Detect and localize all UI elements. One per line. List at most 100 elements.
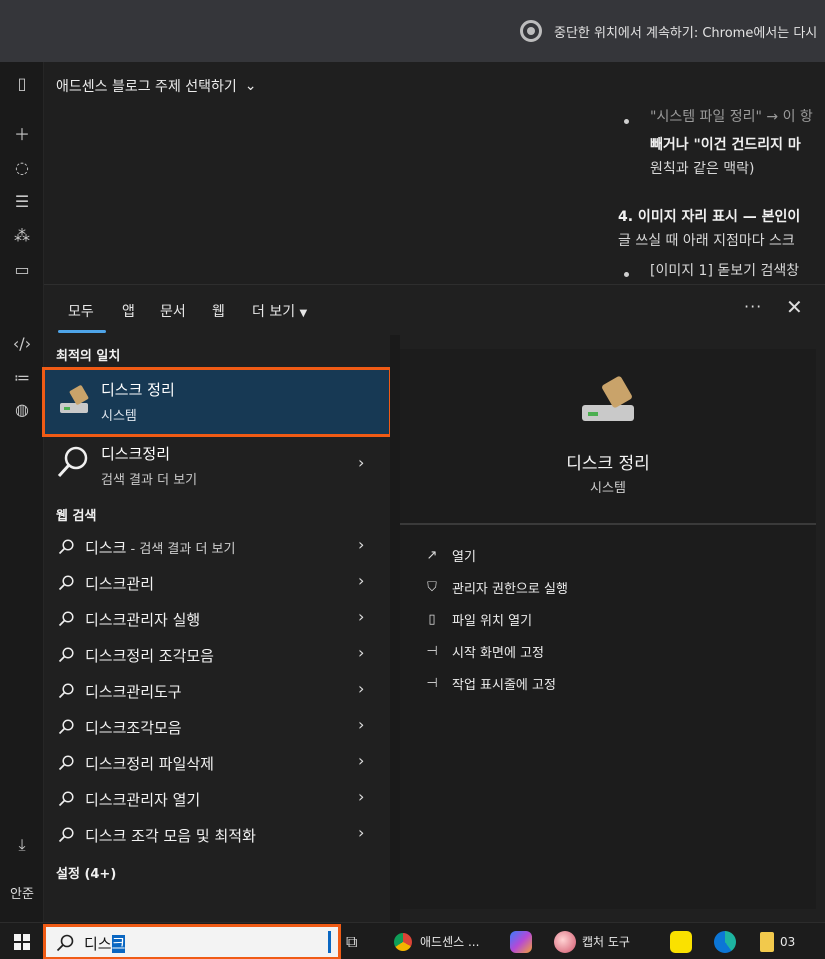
chevron-right-icon: ›: [358, 715, 365, 734]
panel-divider: [390, 335, 400, 923]
code-icon[interactable]: ‹/›: [11, 332, 33, 354]
conversation-title[interactable]: 애드센스 블로그 주제 선택하기 ⌄: [56, 76, 257, 96]
web-search-item[interactable]: 디스크관리자 실행 ›: [44, 601, 390, 637]
more-options-icon[interactable]: ···: [744, 297, 762, 316]
web-search-item[interactable]: 디스크정리 조각모음 ›: [44, 637, 390, 673]
chrome-topbar: 중단한 위치에서 계속하기: Chrome에서는 다시: [0, 0, 825, 62]
search-icon: [58, 755, 74, 771]
task-view-icon[interactable]: ⧉: [346, 923, 357, 959]
palette-icon[interactable]: ◍: [11, 398, 33, 420]
user-avatar[interactable]: 안준: [4, 878, 40, 906]
action-label: 시작 화면에 고정: [452, 645, 544, 661]
taskbar-copilot[interactable]: [510, 923, 532, 959]
taskbar-chrome[interactable]: 애드센스 ...: [392, 923, 479, 959]
conversation-title-text: 애드센스 블로그 주제 선택하기: [56, 79, 237, 95]
action-open[interactable]: ↗ 열기: [424, 543, 476, 567]
taskbar-label: 애드센스 ...: [420, 935, 480, 949]
web-search-title: 웹 검색: [56, 509, 97, 524]
query-selected-text: 크: [111, 935, 126, 953]
active-tab-indicator: [58, 330, 106, 333]
search-icon: [58, 647, 74, 663]
snipping-tool-icon: [554, 930, 576, 953]
web-item-text: 디스크정리 조각모음: [85, 647, 214, 665]
download-icon[interactable]: ⤓: [11, 834, 33, 856]
web-search-item[interactable]: 디스크관리 ›: [44, 565, 390, 601]
chats-icon[interactable]: ◌: [11, 156, 33, 178]
bullet: [624, 119, 629, 124]
left-rail: ▯ ＋ ◌ ☰ ⁂ ▭ ‹/› ≔ ◍ ⤓ 안준: [0, 62, 44, 922]
new-chat-icon[interactable]: ＋: [11, 122, 33, 144]
taskbar-label: 캡처 도구: [582, 935, 630, 949]
action-label: 관리자 권한으로 실행: [452, 581, 568, 597]
tasks-icon[interactable]: ≔: [11, 366, 33, 388]
web-item-label: 디스크정리 조각모음: [85, 645, 214, 666]
web-item-text: 디스크조각모음: [85, 719, 182, 737]
action-open-file-location[interactable]: ▯ 파일 위치 열기: [424, 607, 532, 631]
projects-icon[interactable]: ▭: [11, 258, 33, 280]
taskbar-label: 03: [780, 934, 796, 949]
web-search-item[interactable]: 디스크 조각 모음 및 최적화 ›: [44, 817, 390, 853]
result-label: 디스크 정리: [101, 381, 175, 399]
search-icon: [57, 446, 88, 478]
web-search-item[interactable]: 디스크 - 검색 결과 더 보기 ›: [44, 529, 390, 565]
web-search-item[interactable]: 디스크조각모음 ›: [44, 709, 390, 745]
chevron-right-icon: ›: [358, 643, 365, 662]
web-item-label: 디스크관리자 실행: [85, 609, 200, 630]
tab-apps[interactable]: 앱: [122, 301, 135, 321]
action-label: 작업 표시줄에 고정: [452, 677, 556, 693]
chevron-right-icon: ›: [358, 751, 365, 770]
preview-sub: 시스템: [590, 481, 626, 496]
content-line: "시스템 파일 정리" → 이 항: [650, 109, 813, 125]
preview-header: 디스크 정리 시스템: [400, 349, 816, 525]
close-icon[interactable]: ✕: [786, 295, 803, 319]
action-pin-to-start[interactable]: ⊣ 시작 화면에 고정: [424, 639, 544, 663]
artifacts-icon[interactable]: ⁂: [11, 224, 33, 246]
taskbar-search-input[interactable]: 디스크: [43, 924, 341, 959]
query-text: 디스: [84, 935, 112, 953]
chevron-right-icon: ›: [358, 679, 365, 698]
copilot-icon: [510, 930, 532, 953]
web-item-suffix: - 검색 결과 더 보기: [126, 542, 236, 557]
web-item-label: 디스크 조각 모음 및 최적화: [85, 825, 256, 846]
web-item-label: 디스크조각모음: [85, 717, 182, 738]
windows-search-panel: 모두 앱 문서 웹 더 보기 ▼ ··· ✕ 최적의 일치 디스크 정리 시스템…: [42, 284, 825, 923]
caret-down-icon: ▼: [299, 308, 308, 319]
taskbar-explorer[interactable]: 03: [760, 923, 795, 959]
tab-more[interactable]: 더 보기 ▼: [252, 301, 307, 321]
start-button[interactable]: [0, 923, 44, 959]
taskbar-edge[interactable]: [714, 923, 736, 959]
action-run-as-admin[interactable]: ⛉ 관리자 권한으로 실행: [424, 575, 568, 599]
taskbar-snipping-tool[interactable]: 캡처 도구: [554, 923, 630, 959]
action-label: 파일 위치 열기: [452, 613, 533, 629]
library-icon[interactable]: ☰: [11, 190, 33, 212]
search-icon: [58, 719, 74, 735]
tab-all[interactable]: 모두: [68, 301, 94, 321]
bullet: [624, 272, 629, 277]
search-icon: [58, 575, 74, 591]
edge-icon: [714, 930, 736, 953]
taskbar-kakaotalk[interactable]: [670, 923, 692, 959]
web-item-label: 디스크관리자 열기: [85, 789, 200, 810]
content-heading: 4. 이미지 자리 표시 — 본인이: [618, 209, 801, 225]
content-line: 빼거나 "이건 건드리지 마: [650, 137, 801, 153]
sidebar-toggle-icon[interactable]: ▯: [11, 72, 33, 94]
web-search-item[interactable]: 디스크관리자 열기 ›: [44, 781, 390, 817]
text-caret: [328, 931, 331, 953]
preview-name: 디스크 정리: [566, 454, 650, 474]
action-pin-to-taskbar[interactable]: ⊣ 작업 표시줄에 고정: [424, 671, 556, 695]
tab-documents[interactable]: 문서: [160, 301, 186, 321]
best-match-result[interactable]: 디스크 정리 시스템: [42, 367, 392, 437]
search-icon: [58, 611, 74, 627]
web-result-disk-cleanup[interactable]: 디스크정리 검색 결과 더 보기 ›: [44, 437, 390, 495]
web-item-text: 디스크정리 파일삭제: [85, 755, 214, 773]
settings-title: 설정 (4+): [56, 867, 117, 882]
web-search-item[interactable]: 디스크정리 파일삭제 ›: [44, 745, 390, 781]
resume-banner[interactable]: 중단한 위치에서 계속하기: Chrome에서는 다시: [520, 20, 817, 42]
shield-icon: ⛉: [427, 579, 437, 595]
chevron-right-icon: ›: [358, 453, 365, 472]
search-icon: [58, 683, 74, 699]
tab-web[interactable]: 웹: [212, 301, 225, 321]
web-search-item[interactable]: 디스크관리도구 ›: [44, 673, 390, 709]
result-sub: 검색 결과 더 보기: [101, 473, 198, 488]
search-icon: [58, 827, 74, 843]
